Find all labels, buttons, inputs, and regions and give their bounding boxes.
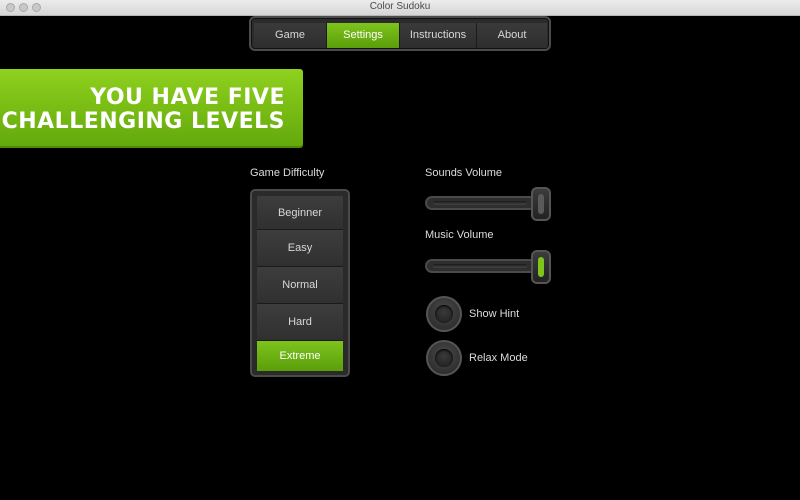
music-volume-thumb[interactable] (531, 250, 551, 284)
difficulty-option-extreme[interactable]: Extreme (257, 341, 343, 371)
sounds-volume-label: Sounds Volume (425, 167, 503, 179)
relax-mode-toggle[interactable] (426, 340, 462, 376)
tab-about[interactable]: About (477, 23, 547, 48)
difficulty-label: Game Difficulty (250, 167, 325, 179)
difficulty-option-beginner[interactable]: Beginner (257, 196, 343, 230)
sounds-volume-track[interactable] (425, 196, 537, 210)
tab-settings[interactable]: Settings (327, 23, 400, 48)
banner-line-2: CHALLENGING LEVELS (1, 109, 285, 134)
music-volume-slider[interactable] (425, 250, 551, 284)
difficulty-option-easy[interactable]: Easy (257, 230, 343, 267)
sounds-volume-thumb[interactable] (531, 187, 551, 221)
window-titlebar: Color Sudoku (0, 0, 800, 16)
sounds-volume-slider[interactable] (425, 187, 551, 221)
difficulty-selector: Beginner Easy Normal Hard Extreme (250, 189, 350, 377)
tab-game[interactable]: Game (254, 23, 327, 48)
levels-banner: YOU HAVE FIVE CHALLENGING LEVELS (0, 69, 303, 148)
main-nav: Game Settings Instructions About (249, 16, 551, 51)
window-title: Color Sudoku (369, 1, 431, 12)
difficulty-option-hard[interactable]: Hard (257, 304, 343, 341)
show-hint-toggle[interactable] (426, 296, 462, 332)
show-hint-label: Show Hint (469, 308, 520, 320)
music-volume-track[interactable] (425, 259, 537, 273)
relax-mode-label: Relax Mode (469, 352, 528, 364)
music-volume-label: Music Volume (425, 229, 494, 241)
difficulty-option-normal[interactable]: Normal (257, 267, 343, 304)
tab-instructions[interactable]: Instructions (400, 23, 477, 48)
banner-line-1: YOU HAVE FIVE (90, 85, 285, 110)
